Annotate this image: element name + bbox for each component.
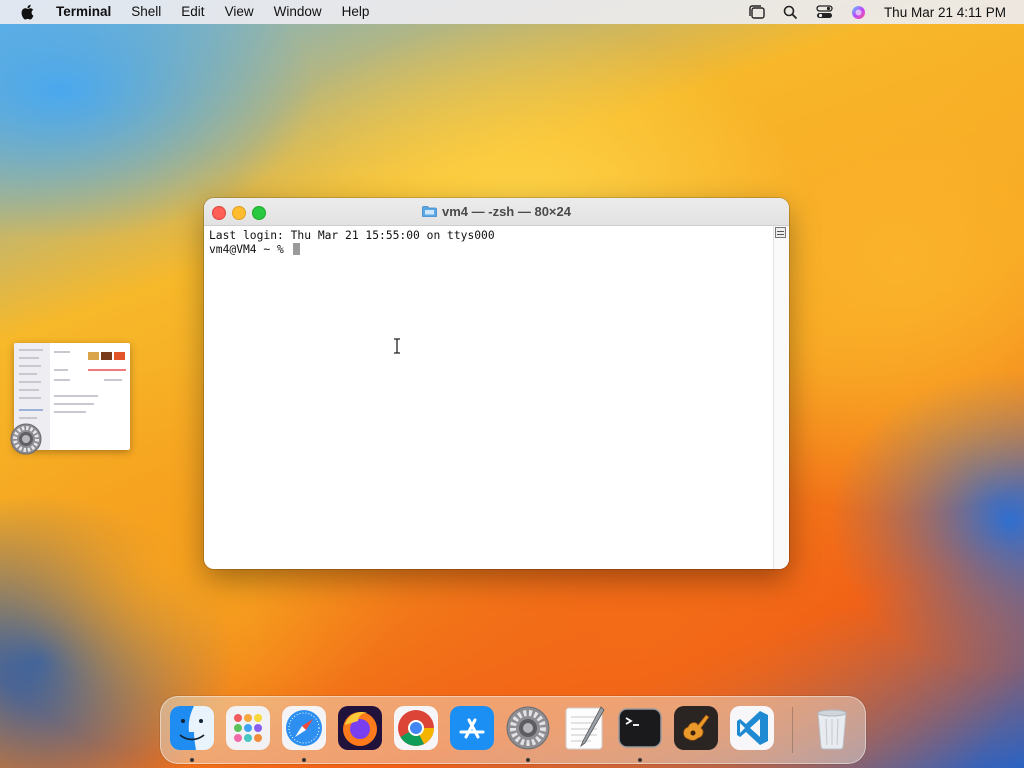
firefox-icon[interactable]	[337, 705, 383, 751]
window-title-text: vm4 — -zsh — 80×24	[442, 204, 571, 219]
control-center-icon[interactable]	[816, 4, 834, 20]
terminal-scrollbar[interactable]	[773, 226, 789, 569]
vscode-icon[interactable]	[729, 705, 775, 751]
dock-separator	[792, 707, 793, 753]
menu-window[interactable]: Window	[264, 0, 332, 24]
terminal-line-login: Last login: Thu Mar 21 15:55:00 on ttys0…	[209, 229, 495, 242]
safari-icon[interactable]	[281, 705, 327, 751]
menu-view[interactable]: View	[215, 0, 264, 24]
app-store-icon[interactable]	[449, 705, 495, 751]
terminal-titlebar[interactable]: vm4 — -zsh — 80×24	[204, 198, 789, 226]
text-cursor	[292, 243, 300, 255]
window-title: vm4 — -zsh — 80×24	[204, 198, 789, 225]
trash-icon[interactable]	[809, 705, 855, 751]
terminal-line-prompt: vm4@VM4 ~ %	[209, 243, 769, 257]
menu-help[interactable]: Help	[332, 0, 380, 24]
system-settings-running-indicator	[526, 758, 530, 762]
terminal-running-indicator	[638, 758, 642, 762]
apple-menu-icon[interactable]	[20, 4, 34, 20]
menu-shell[interactable]: Shell	[121, 0, 171, 24]
system-settings-icon[interactable]	[505, 705, 551, 751]
textedit-icon[interactable]	[561, 705, 607, 751]
chrome-icon[interactable]	[393, 705, 439, 751]
split-pane-icon[interactable]	[775, 227, 786, 238]
app-menu-terminal[interactable]: Terminal	[46, 0, 121, 24]
dock	[160, 696, 866, 764]
menu-edit[interactable]: Edit	[171, 0, 214, 24]
spotlight-search-icon[interactable]	[782, 4, 800, 20]
terminal-icon[interactable]	[617, 705, 663, 751]
prompt-text: vm4@VM4 ~ %	[209, 243, 291, 256]
safari-running-indicator	[302, 758, 306, 762]
menu-clock[interactable]: Thu Mar 21 4:11 PM	[876, 5, 1024, 20]
terminal-window[interactable]: vm4 — -zsh — 80×24 Last login: Thu Mar 2…	[204, 198, 789, 569]
menu-bar: Terminal Shell Edit View Window Help Thu…	[0, 0, 1024, 24]
finder-icon[interactable]	[169, 705, 215, 751]
system-settings-badge-icon[interactable]	[10, 423, 42, 455]
terminal-output[interactable]: Last login: Thu Mar 21 15:55:00 on ttys0…	[204, 226, 774, 569]
finder-running-indicator	[190, 758, 194, 762]
ibeam-cursor-icon	[394, 338, 400, 354]
siri-icon[interactable]	[850, 4, 868, 20]
folder-icon	[422, 206, 437, 217]
garageband-icon[interactable]	[673, 705, 719, 751]
stage-manager-icon[interactable]	[748, 4, 766, 20]
launchpad-icon[interactable]	[225, 705, 271, 751]
